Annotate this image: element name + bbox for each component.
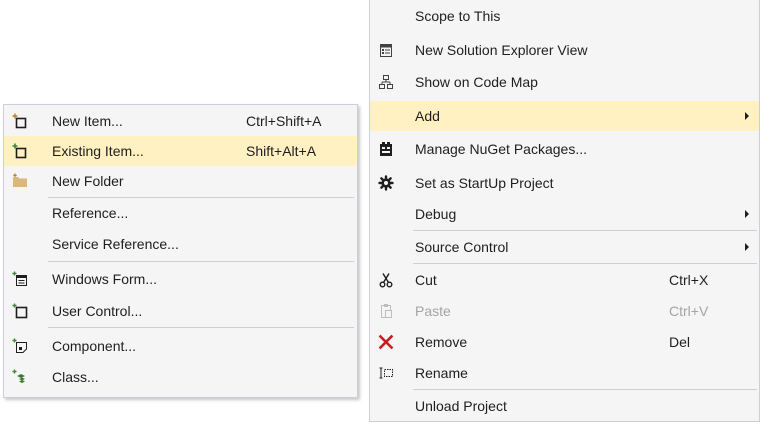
- menu-item-shortcut: Ctrl+X: [669, 272, 709, 288]
- submenu-item-existing-item[interactable]: Existing Item... Shift+Alt+A: [4, 136, 357, 166]
- submenu-item-component[interactable]: Component...: [4, 331, 357, 361]
- menu-item-label: Set as StartUp Project: [415, 175, 554, 191]
- user-control-icon: [10, 301, 30, 321]
- menu-separator: [48, 327, 354, 328]
- menu-item-label: Reference...: [52, 205, 129, 221]
- menu-item-label: Manage NuGet Packages...: [415, 141, 587, 157]
- add-submenu: New Item... Ctrl+Shift+A Existing Item..…: [3, 104, 358, 398]
- submenu-arrow-icon: [745, 112, 749, 120]
- menu-item-shortcut: Del: [669, 334, 691, 350]
- existing-item-icon: [10, 141, 30, 161]
- submenu-arrow-icon: [745, 210, 749, 218]
- submenu-item-class[interactable]: Class...: [4, 362, 357, 392]
- menu-item-label: Remove: [415, 334, 468, 350]
- menu-item-unload-project[interactable]: Unload Project: [370, 391, 759, 421]
- new-item-icon: [10, 111, 30, 131]
- menu-item-add[interactable]: Add: [370, 101, 759, 131]
- menu-item-scope-to-this[interactable]: Scope to This: [370, 1, 759, 31]
- rename-icon: [376, 363, 396, 383]
- submenu-item-new-item[interactable]: New Item... Ctrl+Shift+A: [4, 106, 357, 136]
- menu-item-cut[interactable]: Cut Ctrl+X: [370, 265, 759, 295]
- menu-separator: [413, 263, 757, 264]
- menu-separator: [48, 261, 354, 262]
- menu-item-set-as-startup-project[interactable]: Set as StartUp Project: [370, 168, 759, 198]
- new-folder-icon: [10, 171, 30, 191]
- menu-item-shortcut: Ctrl+Shift+A: [246, 113, 322, 129]
- menu-separator: [413, 230, 757, 231]
- menu-item-label: Add: [415, 108, 440, 124]
- menu-item-label: Source Control: [415, 239, 509, 255]
- menu-item-label: Component...: [52, 338, 137, 354]
- code-map-icon: [376, 72, 396, 92]
- menu-item-debug[interactable]: Debug: [370, 199, 759, 229]
- menu-item-label: User Control...: [52, 303, 143, 319]
- submenu-arrow-icon: [745, 243, 749, 251]
- context-menu: Scope to This New Solution Explorer View…: [369, 0, 760, 422]
- menu-item-rename[interactable]: Rename: [370, 358, 759, 388]
- menu-item-label: Unload Project: [415, 398, 507, 414]
- submenu-item-user-control[interactable]: User Control...: [4, 296, 357, 326]
- menu-separator: [413, 389, 757, 390]
- submenu-item-service-reference[interactable]: Service Reference...: [4, 229, 357, 259]
- menu-item-manage-nuget-packages[interactable]: Manage NuGet Packages...: [370, 134, 759, 164]
- gear-icon: [376, 173, 396, 193]
- menu-item-label: Show on Code Map: [415, 74, 538, 90]
- menu-item-shortcut: Ctrl+V: [669, 303, 709, 319]
- menu-item-label: Existing Item...: [52, 143, 144, 159]
- nuget-icon: [376, 139, 396, 159]
- windows-form-icon: [10, 269, 30, 289]
- class-icon: [10, 367, 30, 387]
- submenu-item-windows-form[interactable]: Windows Form...: [4, 264, 357, 294]
- submenu-item-reference[interactable]: Reference...: [4, 198, 357, 228]
- menu-item-label: Windows Form...: [52, 271, 158, 287]
- menu-item-label: Service Reference...: [52, 236, 179, 252]
- submenu-item-new-folder[interactable]: New Folder: [4, 166, 357, 196]
- menu-item-show-on-code-map[interactable]: Show on Code Map: [370, 67, 759, 97]
- menu-item-label: Cut: [415, 272, 437, 288]
- menu-item-label: Class...: [52, 369, 99, 385]
- menu-item-source-control[interactable]: Source Control: [370, 232, 759, 262]
- menu-item-label: Rename: [415, 365, 468, 381]
- paste-icon: [376, 301, 396, 321]
- menu-item-label: Scope to This: [415, 8, 501, 24]
- menu-item-label: Debug: [415, 206, 457, 222]
- menu-item-label: New Solution Explorer View: [415, 42, 588, 58]
- menu-item-label: New Folder: [52, 173, 124, 189]
- menu-item-shortcut: Shift+Alt+A: [246, 143, 317, 159]
- scissors-icon: [376, 270, 396, 290]
- component-icon: [10, 336, 30, 356]
- menu-item-label: Paste: [415, 303, 451, 319]
- red-x-icon: [376, 332, 396, 352]
- menu-item-paste[interactable]: Paste Ctrl+V: [370, 296, 759, 326]
- menu-item-new-solution-explorer-view[interactable]: New Solution Explorer View: [370, 35, 759, 65]
- new-explorer-view-icon: [376, 40, 396, 60]
- menu-item-label: New Item...: [52, 113, 123, 129]
- menu-item-remove[interactable]: Remove Del: [370, 327, 759, 357]
